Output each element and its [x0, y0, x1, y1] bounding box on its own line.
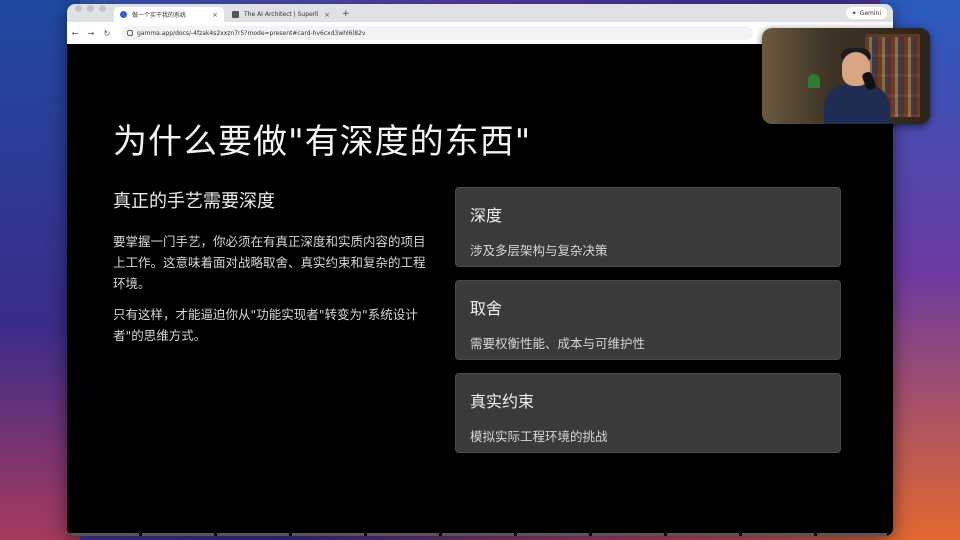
slide-title: 为什么要做"有深度的东西": [113, 122, 532, 162]
back-arrow-icon[interactable]: ←: [67, 29, 83, 38]
presenter-body: [824, 84, 890, 124]
lamp-background: [808, 74, 820, 88]
tab-title: 做一个实干我的系统: [132, 12, 187, 19]
card-depth: 深度 涉及多层架构与复杂决策: [455, 187, 841, 267]
site-icon: [120, 11, 127, 18]
tab-inactive[interactable]: The AI Architect | Superlinea ×: [226, 7, 336, 22]
card-title: 取舍: [470, 299, 503, 318]
tab-active[interactable]: 做一个实干我的系统 ×: [114, 7, 224, 22]
card-description: 需要权衡性能、成本与可维护性: [470, 336, 646, 351]
url-field[interactable]: gamma.app/docs/-4fzak4s2xxzn7r5?mode=pre…: [121, 26, 753, 40]
gemini-button[interactable]: ✦ Gemini: [845, 7, 887, 19]
tab-title: The AI Architect | Superlinea: [244, 11, 319, 18]
card-title: 深度: [470, 206, 503, 225]
card-description: 涉及多层架构与复杂决策: [470, 243, 608, 258]
slide-paragraph: 只有这样，才能逼迫你从"功能实现者"转变为"系统设计者"的思维方式。: [113, 307, 418, 343]
slide-subheading: 真正的手艺需要深度: [113, 191, 275, 212]
reload-icon[interactable]: ↻: [99, 29, 115, 38]
maximize-window-button[interactable]: [99, 4, 106, 12]
url-text: gamma.app/docs/-4fzak4s2xxzn7r5?mode=pre…: [137, 29, 366, 37]
tab-bar: 做一个实干我的系统 × The AI Architect | Superline…: [67, 4, 893, 22]
webcam-overlay: [762, 28, 930, 124]
card-title: 真实约束: [470, 392, 535, 411]
slide-left-column: 真正的手艺需要深度 要掌握一门手艺，你必须在有真正深度和实质内容的项目上工作。这…: [113, 187, 433, 356]
gemini-label: Gemini: [859, 9, 881, 17]
site-icon: [232, 11, 239, 18]
minimize-window-button[interactable]: [87, 4, 94, 12]
slide-paragraph: 要掌握一门手艺，你必须在有真正深度和实质内容的项目上工作。这意味着面对战略取舍、…: [113, 234, 426, 291]
card-tradeoff: 取舍 需要权衡性能、成本与可维护性: [455, 280, 841, 360]
window-controls: [67, 4, 114, 22]
close-window-button[interactable]: [75, 4, 82, 12]
forward-arrow-icon[interactable]: →: [83, 29, 99, 38]
card-list: 深度 涉及多层架构与复杂决策 取舍 需要权衡性能、成本与可维护性 真实约束 模拟…: [455, 187, 841, 466]
site-info-icon[interactable]: [127, 30, 133, 36]
close-tab-icon[interactable]: ×: [324, 11, 330, 19]
new-tab-button[interactable]: +: [338, 9, 356, 22]
card-real-constraints: 真实约束 模拟实际工程环境的挑战: [455, 373, 841, 453]
close-tab-icon[interactable]: ×: [212, 11, 218, 19]
sparkle-icon: ✦: [851, 9, 857, 17]
card-description: 模拟实际工程环境的挑战: [470, 429, 608, 444]
slide-progress-bar: [67, 533, 887, 536]
